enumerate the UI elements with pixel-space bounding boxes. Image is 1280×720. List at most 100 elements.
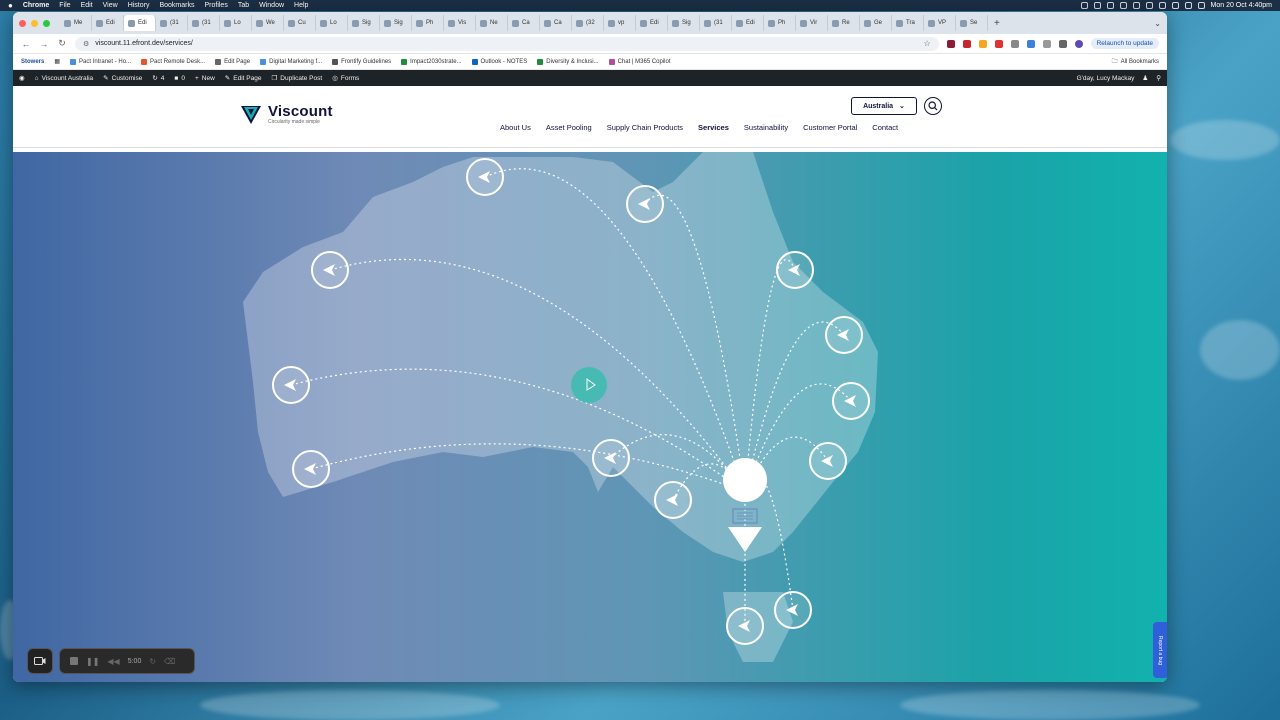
menubar-app-name[interactable]: Chrome	[23, 2, 49, 9]
bookmark-item[interactable]: Pact Remote Desk...	[141, 58, 205, 65]
extension-icon[interactable]	[1042, 39, 1051, 48]
bookmark-item[interactable]: Diversity & Inclusi...	[537, 58, 599, 65]
tray-icon[interactable]	[1119, 2, 1127, 9]
browser-tab[interactable]: (31	[700, 15, 732, 31]
extension-icon[interactable]	[978, 39, 987, 48]
menubar-help[interactable]: Help	[294, 2, 308, 9]
search-icon[interactable]: ⚲	[1156, 74, 1161, 82]
tray-icon[interactable]	[1158, 2, 1166, 9]
truck-marker[interactable]	[774, 591, 812, 629]
browser-tab[interactable]: Ca	[540, 15, 572, 31]
wp-edit-page[interactable]: ✎ Edit Page	[225, 74, 262, 83]
camera-toggle-button[interactable]	[27, 648, 53, 674]
site-logo[interactable]: Viscount Circularity made simple	[239, 102, 333, 126]
truck-marker[interactable]	[292, 450, 330, 488]
wifi-icon[interactable]	[1184, 2, 1192, 9]
browser-tab[interactable]: We	[252, 15, 284, 31]
site-info-icon[interactable]: ⚙	[83, 40, 89, 48]
browser-tab[interactable]: Me	[60, 15, 92, 31]
reload-icon[interactable]: ↻	[57, 38, 67, 49]
nav-about-us[interactable]: About Us	[500, 123, 531, 132]
menubar-profiles[interactable]: Profiles	[204, 2, 227, 9]
menubar-history[interactable]: History	[128, 2, 150, 9]
tray-icon[interactable]	[1106, 2, 1114, 9]
browser-tab[interactable]: Edi	[124, 15, 156, 31]
browser-tab[interactable]: Edi	[732, 15, 764, 31]
truck-marker[interactable]	[592, 439, 630, 477]
bookmark-stowers[interactable]: Stowers	[21, 59, 44, 65]
extension-icon[interactable]	[946, 39, 955, 48]
truck-marker[interactable]	[809, 442, 847, 480]
wp-new[interactable]: + New	[195, 75, 215, 82]
close-window-button[interactable]	[19, 19, 26, 27]
bookmark-item[interactable]: Pact Intranet - Ho...	[70, 58, 131, 65]
browser-tab[interactable]: Re	[828, 15, 860, 31]
all-bookmarks-button[interactable]: 🗀 All Bookmarks	[1112, 57, 1159, 67]
browser-tab[interactable]: Cu	[284, 15, 316, 31]
browser-tab[interactable]: Lo	[220, 15, 252, 31]
tray-icon[interactable]	[1171, 2, 1179, 9]
truck-marker[interactable]	[466, 158, 504, 196]
relaunch-button[interactable]: Relaunch to update	[1090, 38, 1159, 49]
extension-icon[interactable]	[994, 39, 1003, 48]
browser-tab[interactable]: (32	[572, 15, 604, 31]
wp-duplicate-post[interactable]: ❐ Duplicate Post	[271, 74, 322, 83]
site-search-button[interactable]	[924, 97, 942, 115]
nav-sustainability[interactable]: Sustainability	[744, 123, 788, 132]
nav-supply-chain-products[interactable]: Supply Chain Products	[607, 123, 683, 132]
tray-icon[interactable]	[1080, 2, 1088, 9]
truck-marker[interactable]	[626, 185, 664, 223]
wp-greeting[interactable]: G'day, Lucy Mackay	[1077, 75, 1135, 82]
menubar-file[interactable]: File	[59, 2, 70, 9]
wp-forms[interactable]: ◎ Forms	[332, 74, 359, 83]
browser-tab[interactable]: Edi	[636, 15, 668, 31]
browser-tab[interactable]: Sig	[348, 15, 380, 31]
bookmark-item[interactable]: Outlook - NOTES	[471, 58, 527, 65]
rewind-icon[interactable]: ◀◀	[107, 657, 119, 666]
bookmark-item[interactable]: Chat | M365 Copilot	[608, 58, 671, 65]
bookmark-item[interactable]: Frontify Guidelines	[332, 58, 391, 65]
minimize-window-button[interactable]	[31, 19, 38, 27]
apple-icon[interactable]: ●	[8, 1, 13, 10]
nav-asset-pooling[interactable]: Asset Pooling	[546, 123, 592, 132]
bookmark-item[interactable]: Edit Page	[215, 58, 250, 65]
user-avatar-icon[interactable]: ♟	[1142, 74, 1148, 82]
browser-tab[interactable]: VP	[924, 15, 956, 31]
browser-tab[interactable]: Ca	[508, 15, 540, 31]
extension-icon[interactable]	[1010, 39, 1019, 48]
menubar-clock[interactable]: Mon 20 Oct 4:40pm	[1211, 2, 1272, 9]
menubar-window[interactable]: Window	[259, 2, 284, 9]
browser-tab[interactable]: (31	[156, 15, 188, 31]
browser-tab[interactable]: Se	[956, 15, 988, 31]
apps-grid-icon[interactable]: ▦	[54, 58, 60, 65]
new-tab-button[interactable]: +	[994, 18, 1000, 29]
browser-tab[interactable]: Ph	[764, 15, 796, 31]
region-selector[interactable]: Australia ⌄	[851, 97, 917, 115]
truck-marker[interactable]	[825, 316, 863, 354]
browser-tab[interactable]: Sig	[668, 15, 700, 31]
menubar-bookmarks[interactable]: Bookmarks	[159, 2, 194, 9]
truck-marker[interactable]	[726, 607, 764, 645]
browser-tab[interactable]: Vis	[444, 15, 476, 31]
wp-site-name[interactable]: ⌂ Viscount Australia	[35, 75, 94, 82]
nav-services[interactable]: Services	[698, 123, 729, 132]
forward-icon[interactable]: →	[39, 39, 49, 49]
browser-tab[interactable]: Vir	[796, 15, 828, 31]
truck-marker[interactable]	[832, 382, 870, 420]
browser-tab[interactable]: Ge	[860, 15, 892, 31]
wp-updates[interactable]: ↻ 4	[152, 74, 164, 83]
pause-icon[interactable]: ❚❚	[86, 657, 99, 666]
report-bug-tab[interactable]: Report a bug	[1153, 622, 1167, 678]
bookmark-item[interactable]: Digital Marketing f...	[260, 58, 322, 65]
menubar-tab[interactable]: Tab	[238, 2, 249, 9]
truck-marker[interactable]	[311, 251, 349, 289]
tray-icon[interactable]	[1093, 2, 1101, 9]
extension-icon[interactable]	[962, 39, 971, 48]
profile-avatar[interactable]	[1074, 39, 1083, 48]
back-icon[interactable]: ←	[21, 39, 31, 49]
browser-tab[interactable]: Ph	[412, 15, 444, 31]
browser-tab[interactable]: (31	[188, 15, 220, 31]
stop-recording-button[interactable]	[70, 657, 78, 665]
restart-icon[interactable]: ↻	[149, 657, 156, 666]
wordpress-logo-icon[interactable]: ◉	[19, 74, 25, 82]
